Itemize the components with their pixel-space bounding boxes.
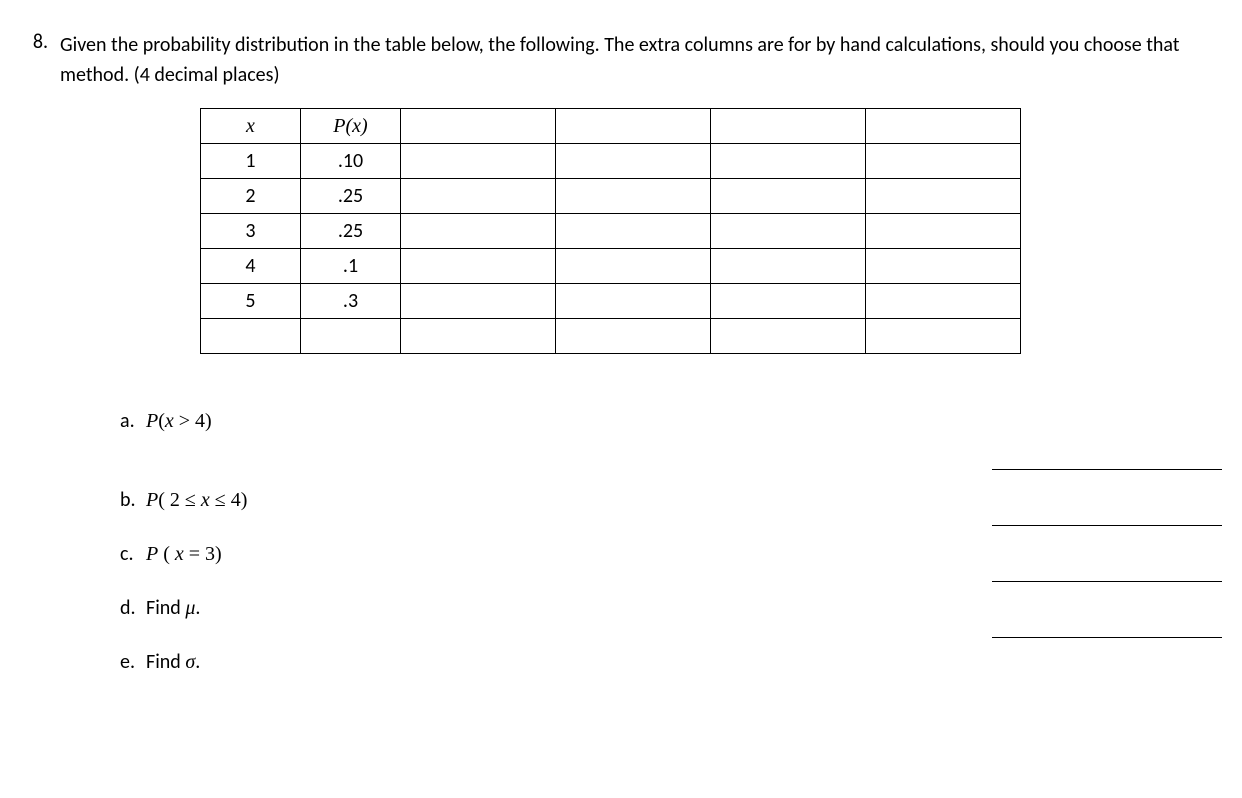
- cell-blank: [866, 214, 1021, 249]
- cell-blank: [711, 144, 866, 179]
- question-text: Find μ.: [146, 596, 200, 620]
- cell-blank: [866, 249, 1021, 284]
- answer-blanks: [992, 469, 1232, 638]
- problem-container: 8. Given the probability distribution in…: [20, 30, 1222, 674]
- cell-x: 2: [201, 179, 301, 214]
- cell-blank: [866, 319, 1021, 354]
- probability-table: x P(x) 1 .10 2 .25: [200, 108, 1021, 354]
- question-letter: b.: [120, 488, 146, 512]
- header-blank-2: [556, 109, 711, 144]
- question-text: Find σ.: [146, 650, 200, 674]
- question-letter: d.: [120, 596, 146, 620]
- header-x: x: [201, 109, 301, 144]
- answer-blank-b: [992, 525, 1222, 526]
- table-row: 2 .25: [201, 179, 1021, 214]
- cell-blank: [711, 319, 866, 354]
- cell-blank: [401, 249, 556, 284]
- cell-blank: [711, 249, 866, 284]
- cell-blank: [556, 319, 711, 354]
- problem-content: Given the probability distribution in th…: [60, 30, 1222, 674]
- cell-blank: [201, 319, 301, 354]
- question-text: P( 2 ≤ x ≤ 4): [146, 488, 247, 512]
- cell-x: 3: [201, 214, 301, 249]
- cell-px: .3: [301, 284, 401, 319]
- answer-blank-d: [992, 637, 1222, 638]
- table-header-row: x P(x): [201, 109, 1021, 144]
- table-row: 1 .10: [201, 144, 1021, 179]
- problem-number: 8.: [20, 30, 60, 54]
- question-text: P ( x = 3): [146, 542, 222, 566]
- header-blank-4: [866, 109, 1021, 144]
- question-letter: c.: [120, 542, 146, 566]
- table-row-empty: [201, 319, 1021, 354]
- header-blank-1: [401, 109, 556, 144]
- cell-blank: [556, 144, 711, 179]
- cell-blank: [711, 179, 866, 214]
- question-letter: a.: [120, 409, 146, 433]
- cell-blank: [556, 179, 711, 214]
- cell-blank: [556, 214, 711, 249]
- cell-blank: [556, 284, 711, 319]
- cell-blank: [401, 214, 556, 249]
- cell-blank: [556, 249, 711, 284]
- question-letter: e.: [120, 650, 146, 674]
- table-row: 3 .25: [201, 214, 1021, 249]
- cell-blank: [866, 144, 1021, 179]
- cell-x: 4: [201, 249, 301, 284]
- question-text: P(x > 4): [146, 409, 212, 433]
- cell-blank: [711, 214, 866, 249]
- header-blank-3: [711, 109, 866, 144]
- cell-blank: [711, 284, 866, 319]
- cell-px: .25: [301, 214, 401, 249]
- question-a: a. P(x > 4): [120, 409, 1222, 433]
- answer-blank-c: [992, 581, 1222, 582]
- question-e: e. Find σ.: [120, 650, 1222, 674]
- cell-blank: [401, 144, 556, 179]
- probability-table-wrapper: x P(x) 1 .10 2 .25: [200, 108, 1222, 354]
- table-row: 4 .1: [201, 249, 1021, 284]
- cell-blank: [866, 284, 1021, 319]
- cell-blank: [301, 319, 401, 354]
- questions-list: a. P(x > 4) b. P( 2 ≤ x ≤ 4) c. P ( x = …: [120, 409, 1222, 674]
- cell-blank: [401, 284, 556, 319]
- cell-px: .10: [301, 144, 401, 179]
- cell-x: 5: [201, 284, 301, 319]
- cell-px: .1: [301, 249, 401, 284]
- cell-blank: [401, 319, 556, 354]
- problem-text: Given the probability distribution in th…: [60, 30, 1222, 90]
- cell-px: .25: [301, 179, 401, 214]
- table-row: 5 .3: [201, 284, 1021, 319]
- cell-x: 1: [201, 144, 301, 179]
- cell-blank: [866, 179, 1021, 214]
- header-px: P(x): [301, 109, 401, 144]
- cell-blank: [401, 179, 556, 214]
- answer-blank-a: [992, 469, 1222, 470]
